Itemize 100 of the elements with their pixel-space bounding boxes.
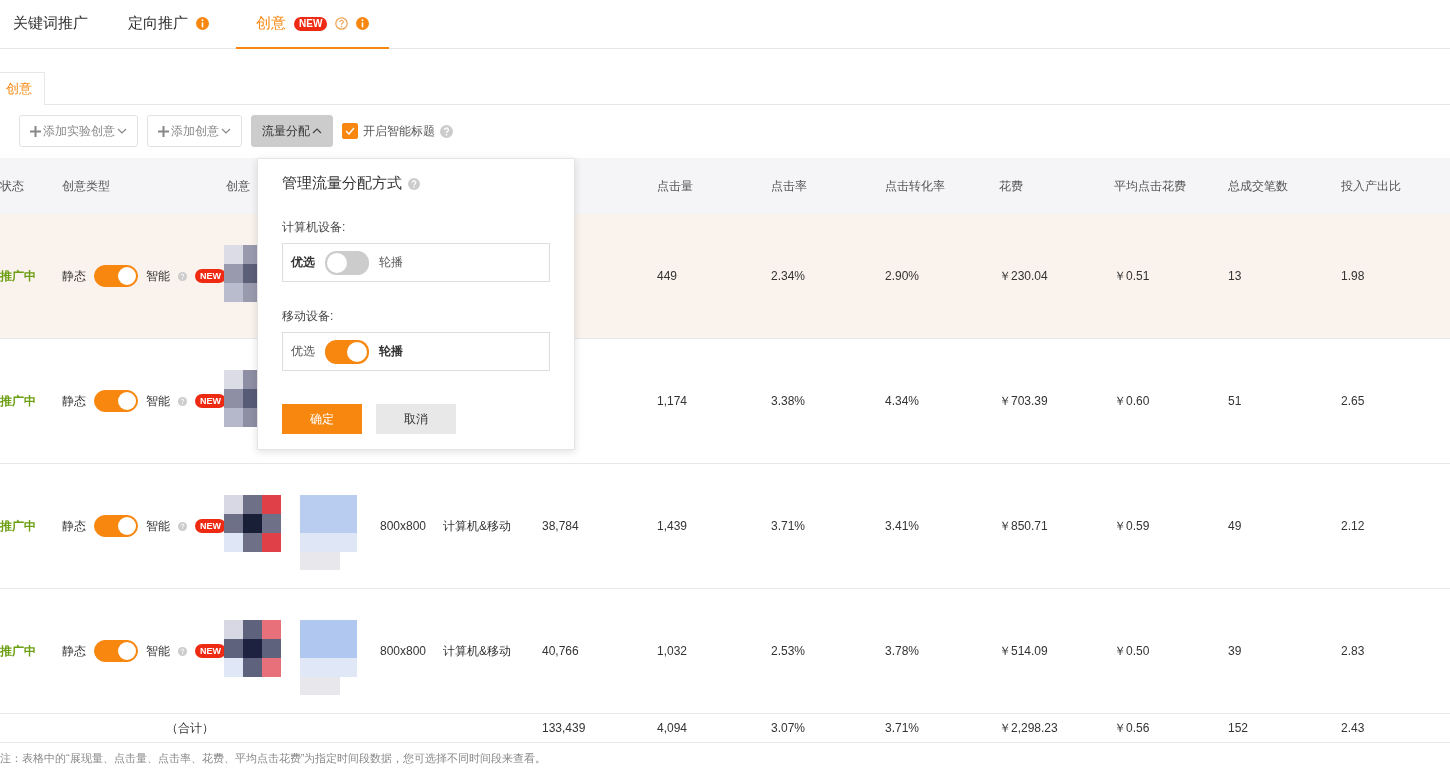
total-cell: ￥2,298.23	[999, 719, 1058, 737]
device-label: 计算机设备:	[282, 219, 347, 236]
table-cell: 计算机&移动	[443, 517, 511, 535]
total-cell: 4,094	[657, 721, 688, 735]
type-label: 静态	[62, 392, 86, 410]
table-cell: ￥0.50	[1114, 642, 1150, 660]
type-label: 静态	[62, 267, 86, 285]
option-label: 轮播	[379, 254, 403, 271]
column-header: 花费	[999, 178, 1023, 193]
new-badge: NEW	[195, 519, 226, 533]
toggle-switch[interactable]	[94, 265, 138, 287]
chevron-up-icon	[312, 128, 322, 134]
footnote: 注：表格中的“展现量、点击量、点击率、花费、平均点击花费”为指定时间段数据，您可选择不同时间段来查看。	[0, 751, 548, 766]
table-cell: 3.38%	[771, 394, 806, 408]
table-cell: ￥703.39	[999, 392, 1048, 410]
toggle-switch[interactable]	[94, 390, 138, 412]
status-text: 推广中	[0, 267, 36, 285]
add-button[interactable]: 添加实验创意	[19, 115, 138, 147]
column-header: 总成交笔数	[1228, 178, 1288, 193]
column-header: 状态	[0, 178, 24, 193]
table-cell: 2.90%	[885, 269, 920, 283]
type-label: 静态	[62, 642, 86, 660]
table-cell: 1,032	[657, 644, 688, 658]
tab[interactable]: 定向推广	[115, 0, 222, 49]
table-cell: 2.65	[1341, 394, 1365, 408]
new-badge: NEW	[195, 394, 226, 408]
table-cell: ￥0.51	[1114, 267, 1150, 285]
toggle-switch[interactable]	[325, 250, 369, 275]
sub-tab[interactable]: 创意	[0, 72, 45, 105]
column-header: 点击率	[771, 178, 807, 193]
help-icon[interactable]	[440, 124, 453, 138]
table-cell: 1,439	[657, 519, 688, 533]
checkbox-label: 开启智能标题	[363, 122, 435, 140]
column-header: 点击转化率	[885, 178, 945, 193]
total-cell: ￥0.56	[1114, 719, 1150, 737]
option-label: 轮播	[379, 343, 403, 360]
column-header: 平均点击花费	[1114, 178, 1186, 193]
type-label: 智能	[146, 392, 170, 410]
dropdown-button[interactable]: 流量分配	[251, 115, 333, 147]
help-icon[interactable]	[408, 177, 420, 190]
table-cell: 2.83	[1341, 644, 1365, 658]
column-header: 投入产出比	[1341, 178, 1401, 193]
table-cell: ￥230.04	[999, 267, 1048, 285]
total-cell: 152	[1228, 721, 1249, 735]
type-label: 智能	[146, 642, 170, 660]
total-cell: 133,439	[542, 721, 586, 735]
table-cell: 2.12	[1341, 519, 1365, 533]
toggle-switch[interactable]	[94, 515, 138, 537]
column-header: 创意	[226, 178, 250, 193]
option-label: 优选	[291, 254, 315, 271]
help-icon[interactable]	[178, 519, 187, 533]
table-cell: 3.78%	[885, 644, 920, 658]
cancel-button[interactable]: 取消	[376, 404, 456, 434]
tab[interactable]: 创意 NEW	[236, 0, 390, 49]
table-cell: 2.34%	[771, 269, 806, 283]
help-icon[interactable]	[178, 644, 187, 658]
table-cell: 2.53%	[771, 644, 806, 658]
help-icon[interactable]	[178, 269, 187, 283]
column-header: 点击量	[657, 178, 693, 193]
type-label: 智能	[146, 517, 170, 535]
table-cell: 13	[1228, 269, 1242, 283]
checkmark-icon	[345, 127, 355, 135]
popup-title: 管理流量分配方式	[282, 174, 402, 193]
help-icon[interactable]	[178, 394, 187, 408]
table-cell: 4.34%	[885, 394, 920, 408]
table-cell: 计算机&移动	[443, 642, 511, 660]
toggle-switch[interactable]	[325, 339, 369, 364]
tab[interactable]: 关键词推广	[0, 0, 101, 49]
table-cell: 3.71%	[771, 519, 806, 533]
table-cell: 3.41%	[885, 519, 920, 533]
info-icon[interactable]	[196, 17, 209, 30]
table-cell: 800x800	[380, 519, 427, 533]
table-cell: 39	[1228, 644, 1242, 658]
checkbox[interactable]	[342, 123, 358, 139]
status-text: 推广中	[0, 392, 36, 410]
type-label: 智能	[146, 267, 170, 285]
table-cell: 800x800	[380, 644, 427, 658]
help-icon[interactable]	[335, 17, 349, 30]
new-badge: NEW	[294, 16, 328, 31]
table-cell: ￥0.59	[1114, 517, 1150, 535]
table-cell: 38,784	[542, 519, 579, 533]
chevron-down-icon	[221, 128, 231, 134]
total-label: （合计）	[166, 719, 214, 737]
toggle-switch[interactable]	[94, 640, 138, 662]
status-text: 推广中	[0, 517, 36, 535]
status-text: 推广中	[0, 642, 36, 660]
table-cell: 40,766	[542, 644, 579, 658]
total-cell: 3.07%	[771, 721, 806, 735]
table-cell: ￥850.71	[999, 517, 1048, 535]
new-badge: NEW	[195, 269, 226, 283]
column-header: 创意类型	[62, 178, 110, 193]
chevron-down-icon	[117, 128, 127, 134]
table-cell: ￥514.09	[999, 642, 1048, 660]
option-label: 优选	[291, 343, 315, 360]
confirm-button[interactable]: 确定	[282, 404, 362, 434]
new-badge: NEW	[195, 644, 226, 658]
table-cell: 51	[1228, 394, 1242, 408]
device-label: 移动设备:	[282, 308, 335, 325]
add-button[interactable]: 添加创意	[147, 115, 242, 147]
info-icon[interactable]	[356, 17, 370, 30]
